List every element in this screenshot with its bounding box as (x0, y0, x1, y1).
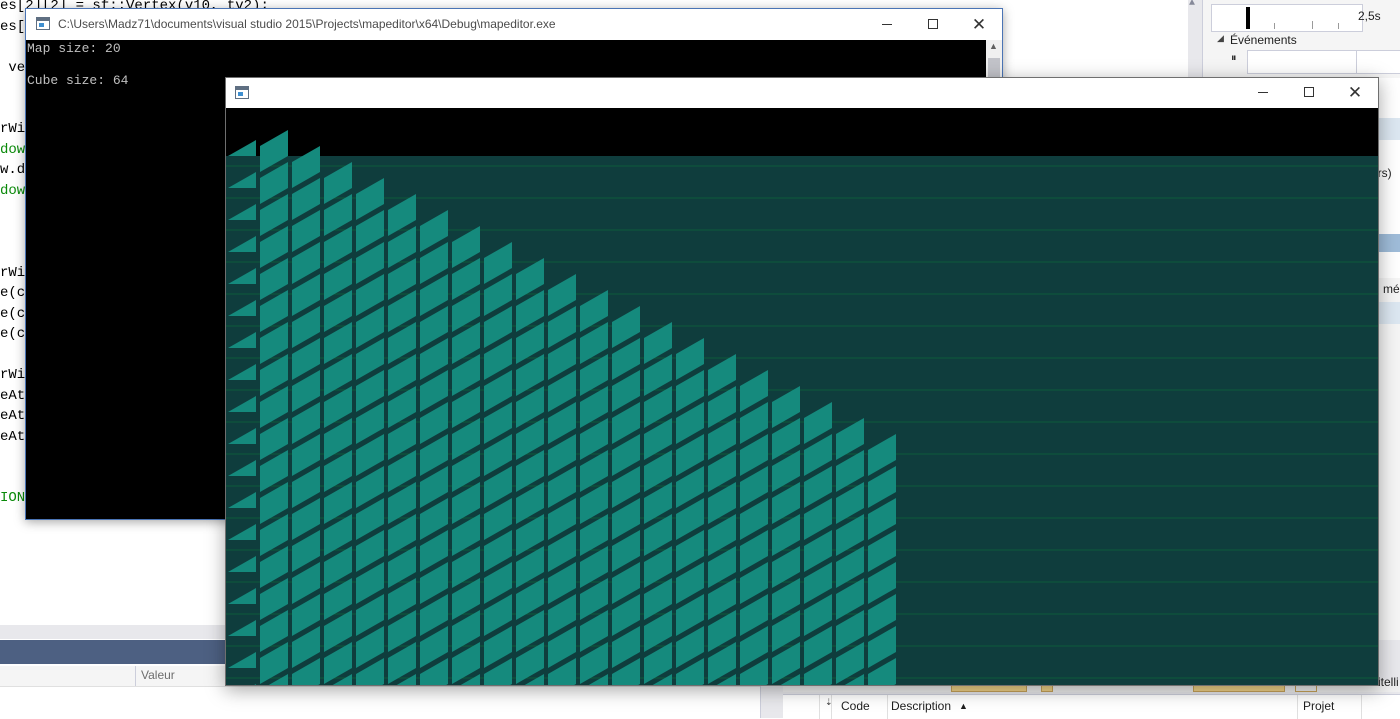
game-close-button[interactable]: ✕ (1332, 77, 1378, 108)
timeline-tick (1312, 21, 1313, 29)
graph-band (1379, 234, 1400, 252)
game-window[interactable]: ✕ (225, 77, 1379, 686)
game-app-icon[interactable] (235, 86, 249, 99)
timeline-time-label: 2,5s (1358, 9, 1381, 23)
project-column-header[interactable]: Projet (1303, 699, 1334, 713)
scrollbar-thumb[interactable] (988, 58, 1000, 78)
description-column-header[interactable]: Description (891, 699, 951, 713)
scroll-up-icon[interactable]: ▲ (1189, 0, 1195, 9)
events-divider (1356, 51, 1357, 73)
maximize-icon (1304, 87, 1314, 97)
timeline-tick (1338, 23, 1339, 29)
column-divider[interactable] (887, 695, 888, 719)
error-list-header: ⇣ Code Description ▲ Projet (783, 694, 1400, 719)
collapse-icon[interactable]: ◢ (1217, 33, 1224, 44)
column-divider[interactable] (1361, 695, 1362, 719)
minimize-icon (1258, 92, 1268, 93)
column-divider[interactable] (819, 695, 820, 719)
console-maximize-button[interactable] (910, 9, 956, 40)
game-maximize-button[interactable] (1286, 77, 1332, 108)
selected-row[interactable] (1379, 302, 1400, 324)
close-icon: ✕ (1347, 83, 1363, 102)
isometric-map (226, 108, 1378, 685)
column-divider[interactable] (831, 695, 832, 719)
column-divider[interactable] (1297, 695, 1298, 719)
map-render-canvas[interactable] (226, 108, 1378, 685)
console-app-icon[interactable] (36, 17, 50, 30)
console-line: Cube size: 64 (27, 73, 129, 88)
value-column-header[interactable]: Valeur (141, 668, 175, 682)
events-track (1247, 50, 1400, 74)
column-divider[interactable] (135, 666, 136, 686)
game-minimize-button[interactable] (1240, 77, 1286, 108)
game-titlebar[interactable]: ✕ (226, 78, 1378, 108)
console-minimize-button[interactable] (864, 9, 910, 40)
maximize-icon (928, 19, 938, 29)
intellisense-label: itelli (1378, 675, 1399, 689)
console-title: C:\Users\Madz71\documents\visual studio … (58, 17, 556, 31)
events-section-label[interactable]: Événements (1230, 33, 1297, 47)
minimize-icon (882, 24, 892, 25)
timeline-marker (1246, 7, 1250, 29)
scroll-up-icon[interactable]: ▲ (989, 41, 998, 51)
pause-icon[interactable]: ⏸ (1231, 52, 1237, 65)
code-column-header[interactable]: Code (841, 699, 870, 713)
console-close-button[interactable]: ✕ (956, 9, 1002, 40)
clipped-label: mé (1383, 282, 1400, 296)
graph-band (1379, 118, 1400, 140)
close-icon: ✕ (971, 15, 987, 34)
sort-ascending-icon: ▲ (959, 701, 968, 711)
console-titlebar[interactable]: C:\Users\Madz71\documents\visual studio … (26, 9, 1002, 40)
watch-panel-body (0, 687, 760, 718)
timeline-tick (1274, 23, 1275, 29)
timeline-ruler[interactable] (1211, 4, 1363, 32)
console-line: Map size: 20 (27, 41, 121, 56)
